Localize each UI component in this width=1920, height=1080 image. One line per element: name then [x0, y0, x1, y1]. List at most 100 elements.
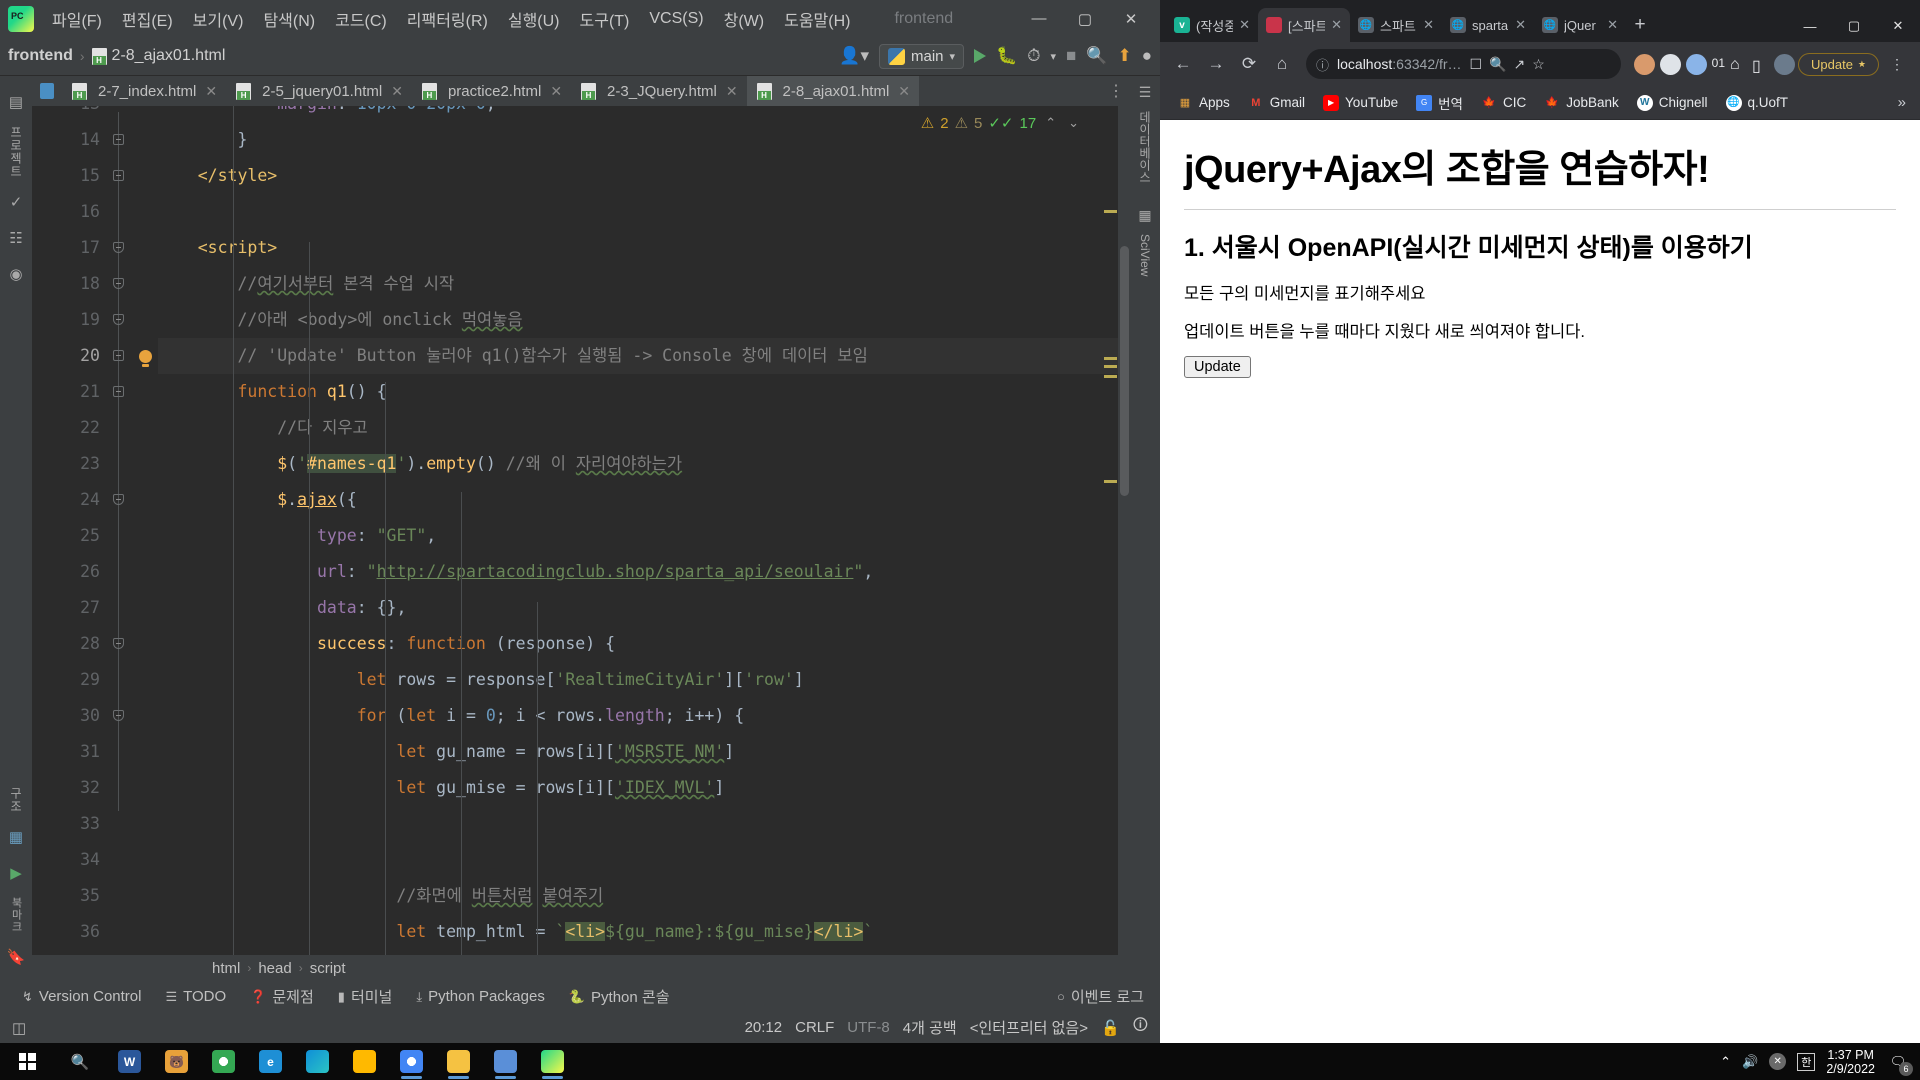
intention-gutter-cell[interactable]: [132, 158, 158, 194]
sidebar-item-database[interactable]: 데이터베이스: [1137, 107, 1154, 187]
bookmark-translate[interactable]: G 번역: [1409, 90, 1470, 116]
next-problem-icon[interactable]: ⌄: [1065, 115, 1082, 131]
fold-marker[interactable]: [110, 410, 132, 446]
intention-gutter-cell[interactable]: [132, 482, 158, 518]
forward-button[interactable]: →: [1201, 49, 1231, 79]
code-line[interactable]: // 'Update' Button 눌러야 q1()함수가 실행됨 -> Co…: [158, 338, 1130, 374]
code-folding-gutter[interactable]: [110, 106, 132, 981]
tool-window-problems[interactable]: ❓ 문제점: [240, 984, 324, 1009]
intention-gutter-cell[interactable]: [132, 842, 158, 878]
coverage-icon[interactable]: ⏱: [1027, 46, 1040, 66]
code-line[interactable]: for (let i = 0; i < rows.length; i++) {: [158, 698, 1130, 734]
intention-gutter-cell[interactable]: [132, 626, 158, 662]
ide-maximize-button[interactable]: ▢: [1062, 0, 1108, 37]
help-gear-icon[interactable]: 🛈: [1133, 1015, 1148, 1040]
menu-vcs[interactable]: VCS(S): [639, 6, 713, 32]
fold-marker[interactable]: [110, 106, 132, 122]
menu-code[interactable]: 코드(C): [325, 3, 397, 35]
clock[interactable]: 1:37 PM 2/9/2022: [1826, 1048, 1875, 1076]
bookmark-chignell[interactable]: W Chignell: [1630, 92, 1715, 114]
code-line[interactable]: //여기서부터 본격 수업 시작: [158, 266, 1130, 302]
fold-marker[interactable]: [110, 770, 132, 806]
caret-position[interactable]: 20:12: [745, 1019, 783, 1036]
ime-indicator[interactable]: 한: [1797, 1052, 1816, 1071]
code-line[interactable]: type: "GET",: [158, 518, 1130, 554]
user-icon[interactable]: 👤▾: [839, 46, 869, 66]
bookmark-jobbank[interactable]: 🍁 JobBank: [1537, 92, 1626, 114]
ide-minimize-button[interactable]: —: [1016, 0, 1062, 37]
editor-tabs-overflow-icon[interactable]: ⋮: [1108, 76, 1124, 106]
intention-gutter-cell[interactable]: [132, 734, 158, 770]
sidebar-item-bookmarks[interactable]: 북마크: [8, 891, 24, 939]
home-button[interactable]: ⌂: [1267, 49, 1297, 79]
menu-edit[interactable]: 편집(E): [112, 3, 183, 35]
project-toggle-icon[interactable]: [32, 76, 62, 106]
code-line[interactable]: [158, 194, 1130, 230]
fold-marker[interactable]: [110, 518, 132, 554]
taskbar-app-chrome-running[interactable]: [388, 1043, 435, 1080]
intention-gutter-cell[interactable]: [132, 230, 158, 266]
intention-gutter-cell[interactable]: [132, 914, 158, 950]
volume-icon[interactable]: 🔊: [1742, 1054, 1758, 1070]
code-line[interactable]: //화면에 버튼처럼 붙여주기: [158, 878, 1130, 914]
extension-icon-1[interactable]: [1633, 53, 1655, 75]
breadcrumb-file[interactable]: 2-8_ajax01.html: [112, 47, 226, 65]
extension-icon-2[interactable]: [1659, 53, 1681, 75]
taskbar-search-button[interactable]: 🔍: [54, 1043, 106, 1080]
prev-problem-icon[interactable]: ⌃: [1042, 115, 1059, 131]
intention-gutter-cell[interactable]: [132, 698, 158, 734]
code-line[interactable]: [158, 806, 1130, 842]
intention-gutter-cell[interactable]: [132, 446, 158, 482]
fold-marker[interactable]: [110, 302, 132, 338]
fold-marker[interactable]: [110, 698, 132, 734]
browser-tab-1[interactable]: [스파트 ✕: [1258, 8, 1350, 42]
tool-window-python-console[interactable]: 🐍 Python 콘솔: [559, 984, 680, 1009]
fold-marker[interactable]: [110, 374, 132, 410]
browser-maximize-button[interactable]: ▢: [1832, 10, 1876, 42]
editor-tab-3[interactable]: 2-3_JQuery.html ✕: [571, 76, 747, 106]
intention-gutter-cell[interactable]: [132, 554, 158, 590]
fold-marker[interactable]: [110, 878, 132, 914]
menu-run[interactable]: 실행(U): [498, 3, 570, 35]
intention-gutter-cell[interactable]: [132, 806, 158, 842]
editor-tab-0[interactable]: 2-7_index.html ✕: [62, 76, 226, 106]
editor-area[interactable]: ⚠ 2 ⚠ 5 ✓✓ 17 ⌃ ⌄ 1314151617181920212223…: [32, 106, 1130, 981]
bookmark-quofT[interactable]: 🌐 q.UofT: [1719, 92, 1796, 114]
bookmarks-overflow-icon[interactable]: »: [1898, 94, 1910, 111]
editor-tab-4[interactable]: 2-8_ajax01.html ✕: [746, 76, 920, 106]
close-icon[interactable]: ✕: [898, 83, 910, 100]
services-icon[interactable]: ●: [1142, 46, 1152, 66]
sidebar-item-project[interactable]: 프로젝트: [8, 120, 25, 184]
code-line[interactable]: let gu_mise = rows[i]['IDEX_MVL']: [158, 770, 1130, 806]
sciview-chart-icon[interactable]: ▦: [9, 828, 23, 846]
menu-view[interactable]: 보기(V): [183, 3, 254, 35]
bookmark-cic[interactable]: 🍁 CIC: [1474, 92, 1533, 114]
code-line[interactable]: [158, 842, 1130, 878]
bookmark-star-icon[interactable]: ☆: [1532, 56, 1545, 73]
tool-window-terminal[interactable]: ▮ 터미널: [328, 984, 403, 1009]
error-icon[interactable]: ✕: [1769, 1053, 1787, 1070]
code-line[interactable]: //다 지우고: [158, 410, 1130, 446]
close-icon[interactable]: ✕: [1515, 17, 1526, 33]
close-icon[interactable]: ✕: [726, 83, 738, 100]
bookmark-gmail[interactable]: M Gmail: [1241, 92, 1312, 114]
update-button[interactable]: Update ★: [1798, 52, 1879, 76]
home-extension-icon[interactable]: ⌂: [1730, 56, 1747, 73]
fold-marker[interactable]: [110, 806, 132, 842]
inspection-widget[interactable]: ⚠ 2 ⚠ 5 ✓✓ 17 ⌃ ⌄: [921, 114, 1082, 133]
code-line[interactable]: $.ajax({: [158, 482, 1130, 518]
structure-icon[interactable]: ☷: [9, 229, 22, 247]
editor-tab-1[interactable]: 2-5_jquery01.html ✕: [226, 76, 412, 106]
fold-marker[interactable]: [110, 446, 132, 482]
lock-icon[interactable]: 🔓: [1101, 1019, 1120, 1037]
taskbar-app-explorer[interactable]: [341, 1043, 388, 1080]
browser-menu-icon[interactable]: ⋮: [1882, 49, 1912, 79]
lightbulb-icon[interactable]: [138, 349, 152, 367]
zoom-out-icon[interactable]: 🔍: [1489, 56, 1506, 73]
intention-gutter-cell[interactable]: [132, 374, 158, 410]
sidebar-item-structure[interactable]: 구조: [8, 781, 25, 819]
intention-gutter-cell[interactable]: [132, 338, 158, 374]
bookmark-icon[interactable]: 🔖: [7, 948, 26, 966]
fold-marker[interactable]: [110, 626, 132, 662]
python-interpreter[interactable]: <인터프리터 없음>: [970, 1017, 1088, 1038]
